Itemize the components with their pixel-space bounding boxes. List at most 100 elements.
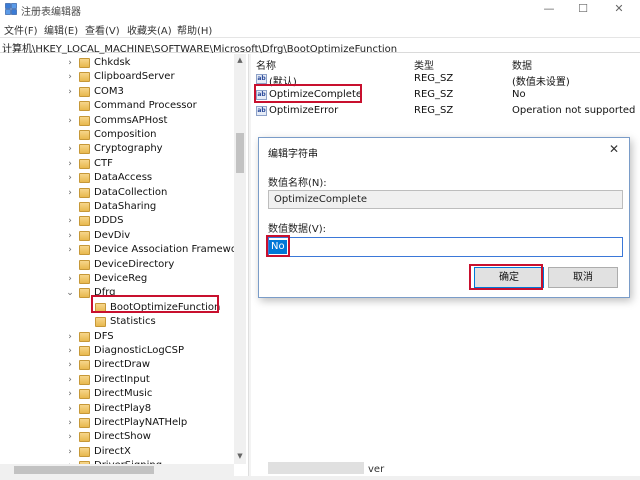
tree-item-label: CTF: [94, 157, 113, 169]
tree-item[interactable]: › DevDiv: [0, 229, 234, 243]
tree-item-label: DeviceReg: [94, 273, 148, 284]
tree-item[interactable]: › Cryptography: [0, 142, 234, 156]
tree-item[interactable]: › DirectMusic: [0, 387, 234, 401]
chevron-right-icon[interactable]: ›: [66, 402, 74, 416]
menu-edit[interactable]: 编辑(E): [44, 22, 78, 37]
folder-icon: [79, 58, 90, 68]
tree-item-label: DataSharing: [94, 201, 157, 212]
chevron-right-icon[interactable]: ›: [66, 171, 74, 185]
chevron-right-icon[interactable]: ›: [66, 70, 74, 84]
folder-icon: [79, 374, 90, 385]
chevron-right-icon[interactable]: ›: [66, 387, 74, 401]
ok-button-highlight: [469, 264, 543, 290]
tree-item-label: DDDS: [94, 215, 124, 227]
menu-bar: 文件(F) 编辑(E) 查看(V) 收藏夹(A) 帮助(H): [0, 20, 640, 37]
chevron-right-icon[interactable]: ›: [66, 358, 74, 372]
chevron-right-icon[interactable]: ›: [66, 142, 74, 156]
chevron-right-icon[interactable]: ›: [66, 243, 74, 257]
tree-item[interactable]: DataSharing: [0, 200, 234, 214]
tree-item-label: DirectDraw: [94, 359, 151, 371]
menu-view[interactable]: 查看(V): [85, 22, 120, 37]
folder-icon: [79, 72, 90, 83]
tree-item-label: ClipboardServer: [94, 71, 175, 83]
chevron-right-icon[interactable]: ›: [66, 416, 74, 430]
tree-vertical-scrollbar[interactable]: [234, 54, 246, 464]
menu-file[interactable]: 文件(F): [4, 22, 38, 37]
dialog-close-icon[interactable]: ✕: [609, 142, 619, 156]
tree-item[interactable]: › DeviceReg: [0, 272, 234, 286]
tree-item-label: Chkdsk: [94, 57, 131, 68]
tree-item[interactable]: › Device Association Framewor: [0, 243, 241, 257]
value-type: REG_SZ: [414, 89, 454, 100]
tree-item[interactable]: › DirectInput: [0, 373, 234, 387]
scroll-up-icon[interactable]: ▲: [234, 54, 246, 66]
tree-item[interactable]: Command Processor: [0, 99, 234, 113]
chevron-right-icon[interactable]: ›: [66, 272, 74, 286]
tree-item[interactable]: › ClipboardServer: [0, 70, 234, 84]
column-header-data[interactable]: 数据: [512, 57, 532, 72]
folder-icon: [79, 202, 90, 212]
value-type: REG_SZ: [414, 73, 454, 84]
chevron-right-icon[interactable]: ›: [66, 373, 74, 387]
folder-icon: [79, 259, 90, 270]
folder-icon: [79, 216, 90, 227]
folder-icon: [79, 403, 90, 414]
value-type: REG_SZ: [414, 105, 454, 116]
scroll-down-icon[interactable]: ▼: [234, 450, 246, 462]
chevron-right-icon[interactable]: ›: [66, 157, 74, 171]
tree-item[interactable]: › Chkdsk: [0, 56, 234, 70]
value-row[interactable]: ab OptimizeError REG_SZ Operation not su…: [252, 103, 640, 119]
value-data: No: [512, 89, 526, 100]
pane-splitter[interactable]: [248, 54, 251, 476]
chevron-right-icon[interactable]: ›: [66, 114, 74, 128]
tree-item[interactable]: › DirectPlay8: [0, 402, 234, 416]
close-button[interactable]: ✕: [602, 0, 636, 18]
folder-icon: [79, 245, 90, 256]
minimize-button[interactable]: —: [532, 0, 566, 18]
column-header-name[interactable]: 名称: [256, 57, 276, 72]
column-header-type[interactable]: 类型: [414, 57, 434, 72]
tree-item[interactable]: › DataAccess: [0, 171, 234, 185]
tree-item[interactable]: › CommsAPHost: [0, 114, 234, 128]
chevron-right-icon[interactable]: ›: [66, 214, 74, 228]
tree-item[interactable]: › DataCollection: [0, 186, 234, 200]
cancel-button[interactable]: 取消: [548, 267, 618, 288]
string-value-icon: ab: [256, 106, 267, 116]
window-title: 注册表编辑器: [21, 7, 81, 18]
chevron-right-icon[interactable]: ›: [66, 344, 74, 358]
tree-item[interactable]: › CTF: [0, 157, 234, 171]
chevron-right-icon[interactable]: ›: [66, 229, 74, 243]
tree-scroll-thumb[interactable]: [236, 133, 244, 173]
maximize-button[interactable]: ☐: [566, 0, 600, 18]
tree-item[interactable]: › DFS: [0, 330, 234, 344]
value-data-input[interactable]: [268, 237, 623, 257]
tree-item[interactable]: › DirectDraw: [0, 358, 234, 372]
chevron-right-icon[interactable]: ›: [66, 56, 74, 70]
menu-help[interactable]: 帮助(H): [177, 22, 212, 37]
tree-item[interactable]: › DirectPlayNATHelp: [0, 416, 234, 430]
tree-item-label: Composition: [94, 129, 157, 140]
chevron-right-icon[interactable]: ›: [66, 186, 74, 200]
tree-hscroll-thumb[interactable]: [14, 466, 154, 474]
chevron-right-icon[interactable]: ›: [66, 85, 74, 99]
tree-item[interactable]: › DDDS: [0, 214, 234, 228]
tree-item-label: Device Association Framewor: [94, 244, 242, 256]
tree-item[interactable]: Composition: [0, 128, 234, 142]
menu-favorites[interactable]: 收藏夹(A): [127, 22, 172, 37]
tree-item[interactable]: DeviceDirectory: [0, 258, 234, 272]
tree-item[interactable]: › DiagnosticLogCSP: [0, 344, 234, 358]
chevron-right-icon[interactable]: ›: [66, 445, 74, 459]
tree-item[interactable]: › COM3: [0, 85, 234, 99]
tree-item[interactable]: › DirectX: [0, 445, 234, 459]
tree-item-label: DataCollection: [94, 186, 168, 198]
chevron-down-icon[interactable]: ⌄: [66, 286, 74, 300]
address-path[interactable]: 计算机\HKEY_LOCAL_MACHINE\SOFTWARE\Microsof…: [2, 40, 397, 55]
tree-item[interactable]: › DirectShow: [0, 430, 234, 444]
folder-icon: [79, 158, 90, 169]
address-bar[interactable]: 计算机\HKEY_LOCAL_MACHINE\SOFTWARE\Microsof…: [0, 37, 640, 55]
key-tree[interactable]: › Chkdsk › ClipboardServer › COM3 Command Proc…: [0, 54, 247, 468]
chevron-right-icon[interactable]: ›: [66, 430, 74, 444]
value-data: Operation not supported: [512, 105, 636, 116]
tree-item[interactable]: Statistics: [0, 315, 234, 329]
chevron-right-icon[interactable]: ›: [66, 330, 74, 344]
